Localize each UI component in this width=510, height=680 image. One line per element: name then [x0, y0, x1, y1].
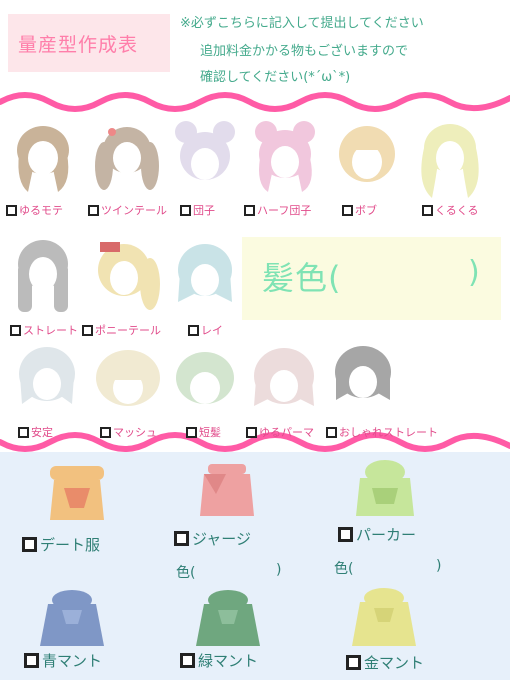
option-green-cape[interactable]: 緑マント — [180, 650, 258, 671]
parka-color-close: ) — [436, 558, 442, 574]
checkbox-icon[interactable] — [180, 204, 191, 216]
option-rei[interactable]: レイ — [188, 322, 223, 338]
costume-date-outfit-icon — [44, 458, 110, 524]
hair-oshare-straight-icon — [330, 342, 396, 414]
checkbox-icon[interactable] — [346, 655, 361, 670]
hair-rei-icon — [174, 240, 236, 312]
checkbox-icon[interactable] — [22, 537, 37, 552]
jersey-color-open: 色( — [176, 565, 196, 581]
checkbox-icon[interactable] — [422, 204, 433, 216]
checkbox-icon[interactable] — [188, 324, 199, 336]
costume-jersey-icon — [196, 460, 258, 520]
checkbox-icon[interactable] — [186, 426, 197, 438]
option-bob[interactable]: ボブ — [342, 202, 377, 218]
hair-twintail-icon — [94, 120, 160, 194]
checkbox-icon[interactable] — [88, 204, 99, 216]
hair-ponytail-icon — [90, 238, 162, 316]
hair-antei-icon — [14, 342, 80, 416]
option-yurumote[interactable]: ゆるモテ — [6, 202, 63, 218]
option-antei[interactable]: 安定 — [18, 424, 53, 440]
option-mash[interactable]: マッシュ — [100, 424, 157, 440]
option-tanpatsu[interactable]: 短髪 — [186, 424, 221, 440]
option-straight[interactable]: ストレート — [10, 322, 78, 338]
option-half-dango[interactable]: ハーフ団子 — [244, 202, 311, 218]
option-dango[interactable]: 団子 — [180, 202, 215, 218]
hair-kurukuru-icon — [414, 118, 486, 200]
checkbox-icon[interactable] — [338, 527, 353, 542]
hair-color-close: ) — [468, 255, 480, 290]
option-kurukuru[interactable]: くるくる — [422, 202, 479, 218]
hair-bob-icon — [334, 120, 400, 194]
jersey-color-close: ) — [276, 562, 282, 578]
checkbox-icon[interactable] — [342, 204, 353, 216]
option-twintail[interactable]: ツインテール — [88, 202, 167, 218]
option-oshare-straight[interactable]: おしゃれストレート — [326, 424, 438, 440]
costume-blue-cape-icon — [38, 588, 106, 648]
hair-yurumote-icon — [12, 120, 74, 194]
hair-half-dango-icon — [250, 118, 320, 194]
checkbox-icon[interactable] — [100, 426, 111, 438]
costume-green-cape-icon — [194, 588, 262, 648]
option-date-outfit[interactable]: デート服 — [22, 534, 100, 555]
hair-straight-icon — [12, 236, 74, 316]
checkbox-icon[interactable] — [180, 653, 195, 668]
checkbox-icon[interactable] — [326, 426, 337, 438]
option-jersey[interactable]: ジャージ — [174, 528, 251, 549]
checkbox-icon[interactable] — [246, 426, 257, 438]
hair-yuru-perm-icon — [248, 344, 320, 416]
checkbox-icon[interactable] — [24, 653, 39, 668]
hair-dango-icon — [172, 118, 238, 194]
checkbox-icon[interactable] — [10, 324, 21, 336]
hair-tanpatsu-icon — [172, 348, 238, 414]
option-ponytail[interactable]: ポニーテール — [82, 322, 161, 338]
checkbox-icon[interactable] — [6, 204, 17, 216]
parka-color-open: 色( — [334, 561, 354, 577]
hair-color-label: 髪色( — [262, 259, 342, 297]
option-parka[interactable]: パーカー — [338, 524, 416, 545]
checkbox-icon[interactable] — [82, 324, 93, 336]
option-gold-cape[interactable]: 金マント — [346, 652, 424, 673]
checkbox-icon[interactable] — [244, 204, 255, 216]
checkbox-icon[interactable] — [18, 426, 29, 438]
option-blue-cape[interactable]: 青マント — [24, 650, 102, 671]
option-yuru-perm[interactable]: ゆるパーマ — [246, 424, 314, 440]
hair-mash-icon — [92, 346, 164, 416]
checkbox-icon[interactable] — [174, 531, 189, 546]
costume-parka-icon — [354, 458, 416, 520]
costume-gold-cape-icon — [350, 586, 418, 648]
